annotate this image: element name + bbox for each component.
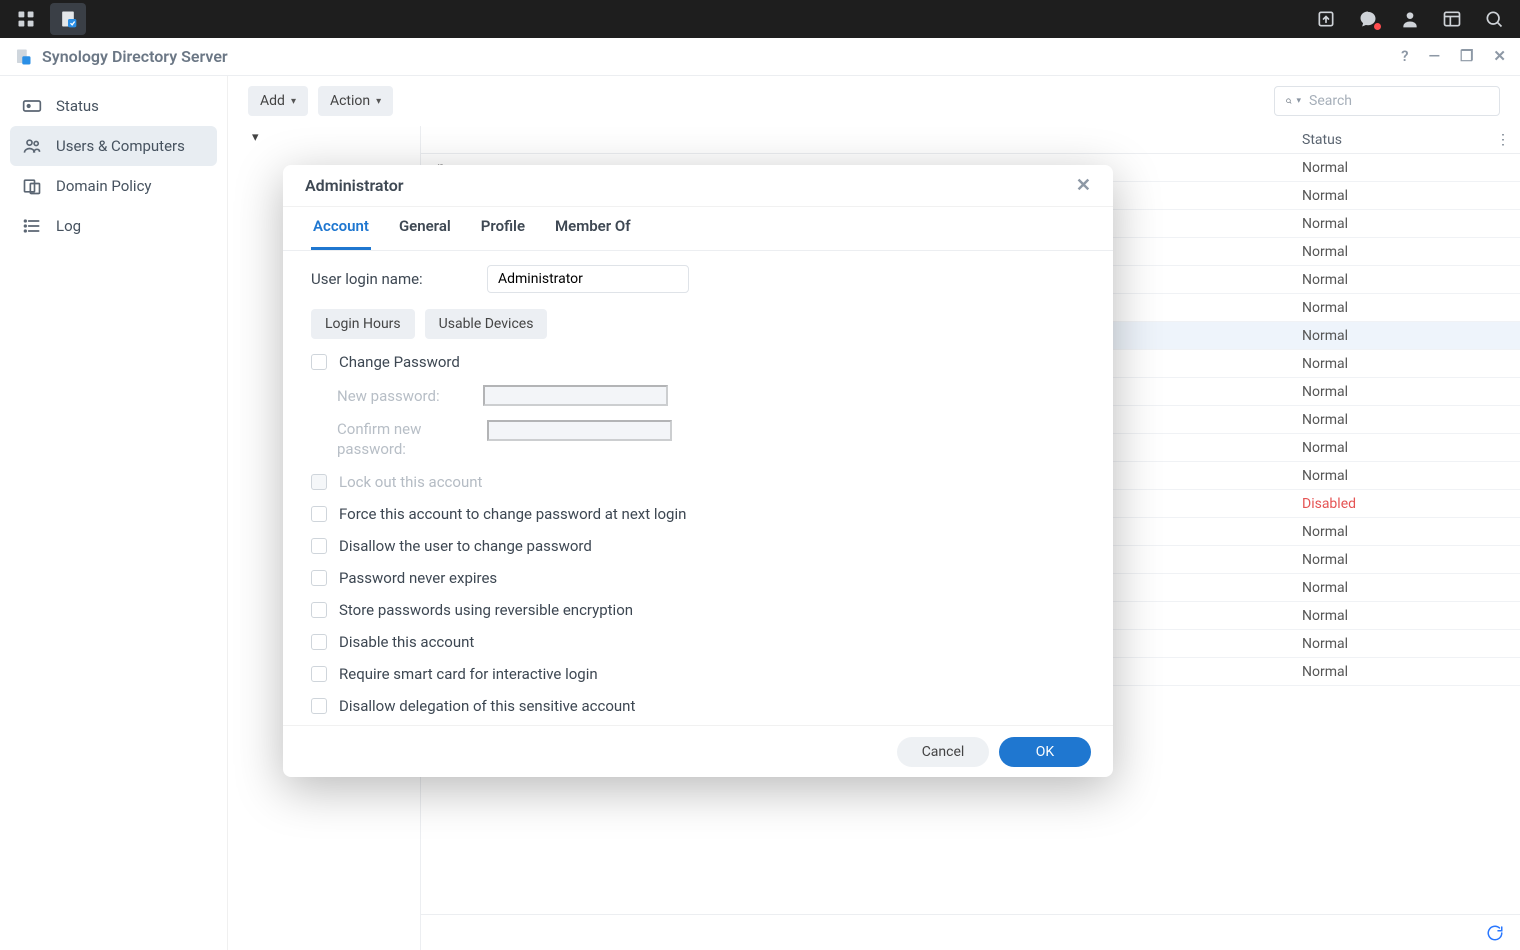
close-window-button[interactable]: ✕ <box>1493 49 1506 64</box>
cell-status: Normal <box>1290 328 1520 344</box>
action-button[interactable]: Action▾ <box>318 86 393 116</box>
search-input[interactable] <box>1307 92 1489 110</box>
cell-status: Normal <box>1290 356 1520 372</box>
confirm-password-label: Confirm new password: <box>337 420 471 459</box>
cell-status: Normal <box>1290 580 1520 596</box>
tab-general[interactable]: General <box>397 207 453 250</box>
cell-status: Normal <box>1290 188 1520 204</box>
list-icon <box>22 216 42 236</box>
titlebar: Synology Directory Server ? — ❐ ✕ <box>0 38 1520 76</box>
cell-status: Normal <box>1290 468 1520 484</box>
cell-status: Normal <box>1290 524 1520 540</box>
reversible-encryption-checkbox[interactable] <box>311 602 327 618</box>
column-header-status[interactable]: Status <box>1302 132 1342 148</box>
maximize-button[interactable]: ❐ <box>1460 49 1473 64</box>
dialog-title: Administrator <box>305 176 404 195</box>
sidebar-item-log[interactable]: Log <box>10 206 217 246</box>
app-window: Synology Directory Server ? — ❐ ✕ Status… <box>0 38 1520 950</box>
smartcard-checkbox[interactable] <box>311 666 327 682</box>
new-password-input <box>483 385 668 406</box>
user-properties-dialog: Administrator ✕ Account General Profile … <box>283 165 1113 777</box>
cell-status: Disabled <box>1290 496 1520 512</box>
tab-account[interactable]: Account <box>311 207 371 250</box>
users-icon <box>22 136 42 156</box>
cell-status: Normal <box>1290 552 1520 568</box>
delegation-checkbox[interactable] <box>311 698 327 714</box>
new-password-label: New password: <box>337 387 471 405</box>
tree-collapse-icon[interactable]: ▾ <box>252 130 259 145</box>
help-button[interactable]: ? <box>1401 49 1408 64</box>
sidebar-item-label: Users & Computers <box>56 137 185 155</box>
cell-status: Normal <box>1290 384 1520 400</box>
cell-status: Normal <box>1290 608 1520 624</box>
upload-icon[interactable] <box>1308 3 1344 35</box>
sidebar-item-label: Domain Policy <box>56 177 152 195</box>
sidebar-item-label: Log <box>56 217 81 235</box>
tab-member-of[interactable]: Member Of <box>553 207 633 250</box>
cell-status: Normal <box>1290 664 1520 680</box>
never-expires-checkbox[interactable] <box>311 570 327 586</box>
delegation-label: Disallow delegation of this sensitive ac… <box>339 697 635 715</box>
app-icon <box>14 48 32 66</box>
login-hours-button[interactable]: Login Hours <box>311 309 415 339</box>
disallow-change-checkbox[interactable] <box>311 538 327 554</box>
policy-icon <box>22 176 42 196</box>
login-name-label: User login name: <box>311 270 471 288</box>
force-change-label: Force this account to change password at… <box>339 505 686 523</box>
cell-status: Normal <box>1290 216 1520 232</box>
lock-out-label: Lock out this account <box>339 473 482 491</box>
user-icon[interactable] <box>1392 3 1428 35</box>
login-name-input[interactable] <box>487 265 689 293</box>
search-scope-caret-icon[interactable]: ▾ <box>1296 96 1301 106</box>
toolbar: Add▾ Action▾ ▾ <box>228 76 1520 126</box>
minimize-button[interactable]: — <box>1428 49 1440 64</box>
sidebar-item-status[interactable]: Status <box>10 86 217 126</box>
widgets-icon[interactable] <box>1434 3 1470 35</box>
speedometer-icon <box>22 96 42 116</box>
change-password-checkbox[interactable] <box>311 354 327 370</box>
cell-status: Normal <box>1290 160 1520 176</box>
sidebar: Status Users & Computers Domain Policy L… <box>0 76 228 950</box>
dialog-close-button[interactable]: ✕ <box>1076 175 1091 196</box>
sidebar-item-domain-policy[interactable]: Domain Policy <box>10 166 217 206</box>
app-task-icon[interactable] <box>50 3 86 35</box>
cell-status: Normal <box>1290 636 1520 652</box>
cell-status: Normal <box>1290 440 1520 456</box>
column-menu-icon[interactable]: ⋮ <box>1496 132 1510 148</box>
disallow-change-label: Disallow the user to change password <box>339 537 592 555</box>
lock-out-checkbox <box>311 474 327 490</box>
cancel-button[interactable]: Cancel <box>897 737 989 767</box>
search-icon <box>1285 93 1292 109</box>
reversible-encryption-label: Store passwords using reversible encrypt… <box>339 601 633 619</box>
force-change-checkbox[interactable] <box>311 506 327 522</box>
app-title: Synology Directory Server <box>42 47 228 66</box>
disable-account-checkbox[interactable] <box>311 634 327 650</box>
cell-status: Normal <box>1290 244 1520 260</box>
system-taskbar <box>0 0 1520 38</box>
smartcard-label: Require smart card for interactive login <box>339 665 598 683</box>
confirm-password-input <box>487 420 672 441</box>
sidebar-item-users-computers[interactable]: Users & Computers <box>10 126 217 166</box>
dialog-tabs: Account General Profile Member Of <box>283 207 1113 251</box>
search-box[interactable]: ▾ <box>1274 86 1500 116</box>
cell-status: Normal <box>1290 412 1520 428</box>
search-icon[interactable] <box>1476 3 1512 35</box>
refresh-icon[interactable] <box>1486 924 1504 942</box>
tab-profile[interactable]: Profile <box>479 207 527 250</box>
never-expires-label: Password never expires <box>339 569 497 587</box>
grid-footer <box>421 914 1520 950</box>
ok-button[interactable]: OK <box>999 737 1091 767</box>
disable-account-label: Disable this account <box>339 633 474 651</box>
usable-devices-button[interactable]: Usable Devices <box>425 309 548 339</box>
cell-status: Normal <box>1290 300 1520 316</box>
sidebar-item-label: Status <box>56 97 99 115</box>
change-password-label: Change Password <box>339 353 460 371</box>
cell-status: Normal <box>1290 272 1520 288</box>
add-button[interactable]: Add▾ <box>248 86 308 116</box>
dashboard-icon[interactable] <box>8 3 44 35</box>
chat-icon[interactable] <box>1350 3 1386 35</box>
